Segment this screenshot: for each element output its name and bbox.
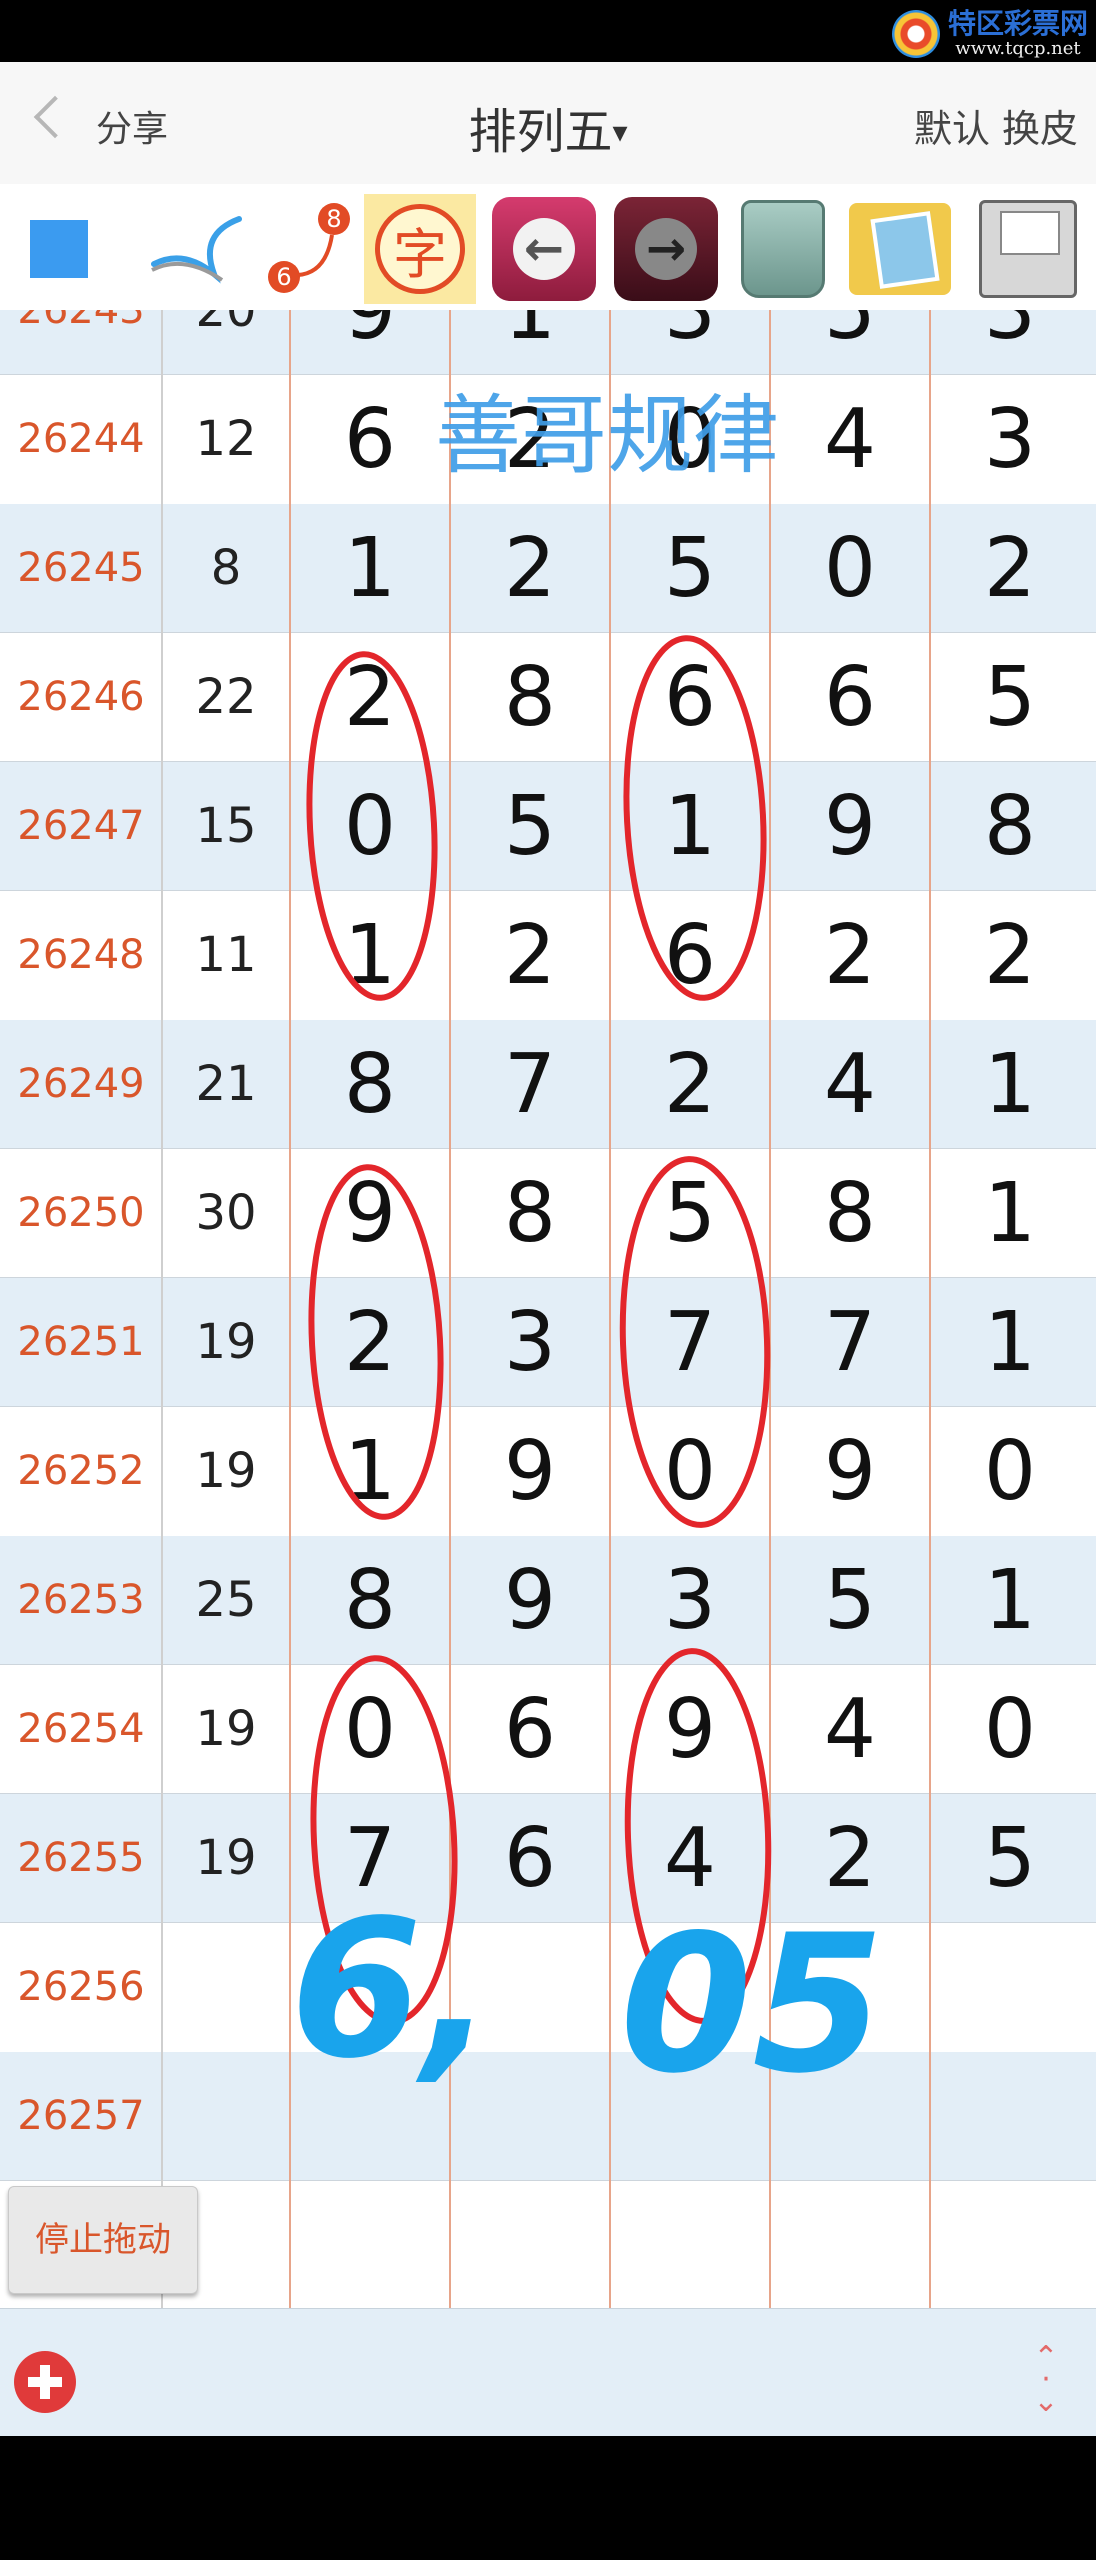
badge-top: 8 (326, 205, 341, 233)
default-button[interactable]: 默认 (914, 107, 990, 151)
site-watermark: 特区彩票网 www.tqcp.net (891, 6, 1088, 62)
arrow-left-glyph: ← (513, 218, 575, 280)
trash-icon[interactable] (727, 194, 839, 304)
character-icon[interactable]: 字 (364, 194, 476, 304)
handwritten-right: 05 (620, 1894, 884, 2115)
watermark-url: www.tqcp.net (955, 38, 1081, 59)
status-bar: 特区彩票网 www.tqcp.net (0, 0, 1096, 62)
handwriting-layer: 6, 05 (290, 635, 884, 2115)
watermark-title: 特区彩票网 (947, 7, 1088, 40)
save-disk-icon[interactable] (972, 194, 1084, 304)
handwritten-left: 6, (290, 1879, 494, 2100)
badge-bottom: 6 (276, 263, 291, 291)
circle-annotation (308, 1164, 444, 1520)
arrow-right-glyph: → (635, 218, 697, 280)
change-skin-button[interactable]: 换皮 (1002, 107, 1078, 151)
pen-icon[interactable] (138, 194, 250, 304)
caret-down-icon: ▾ (612, 115, 628, 150)
add-icon[interactable] (14, 2351, 76, 2413)
lottery-type-label: 排列五 (468, 104, 613, 160)
number-link-icon[interactable]: 8 6 (248, 194, 360, 304)
results-grid[interactable]: 26243 20 9 1 3 5 3 26244 12 6 2 0 4 3 26245 8 1 2 5 0 2 26246… (0, 310, 1096, 2308)
character-label: 字 (375, 204, 465, 294)
color-square-icon[interactable] (3, 194, 115, 304)
circle-annotation (623, 635, 767, 1001)
drawing-toolbar: 8 6 字 ← → (0, 184, 1096, 312)
expand-vertical-icon[interactable]: ⌃ · ⌄ (1026, 2343, 1066, 2417)
system-nav-bar (0, 2436, 1096, 2560)
blue-handwriting: 6, 05 (290, 1879, 884, 2115)
photos-icon[interactable] (844, 194, 956, 304)
site-logo-icon (891, 10, 940, 58)
circle-annotation (306, 651, 438, 1001)
arrow-right-icon[interactable]: → (610, 194, 722, 304)
circle-annotation (619, 1156, 771, 1528)
bottom-bar: ⌃ · ⌄ (0, 2308, 1096, 2437)
stop-drag-button[interactable]: 停止拖动 (8, 2186, 198, 2294)
app-header: 分享 排列五▾ 默认 换皮 (0, 62, 1096, 184)
arrow-left-icon[interactable]: ← (488, 194, 600, 304)
red-circles (306, 635, 772, 2025)
